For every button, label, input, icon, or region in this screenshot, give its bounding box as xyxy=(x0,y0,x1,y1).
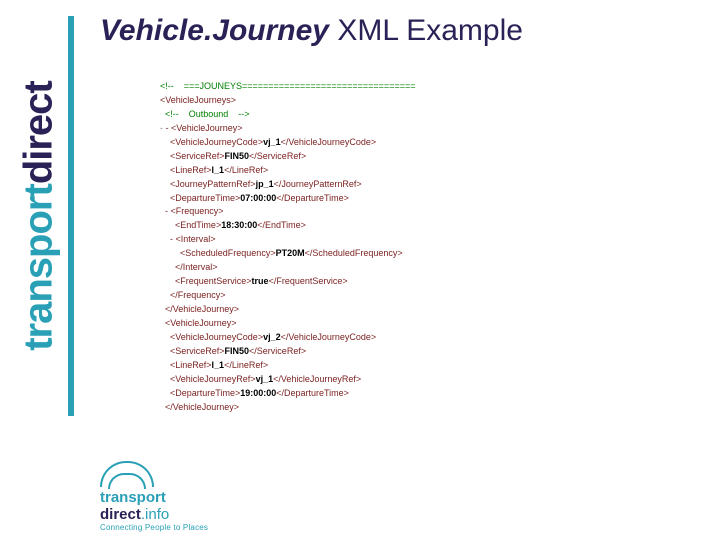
xml-tag: </Interval> xyxy=(160,262,218,272)
xml-tag: </DepartureTime> xyxy=(276,388,349,398)
xml-tag: - <Frequency> xyxy=(160,206,224,216)
xml-tag: </EndTime> xyxy=(257,220,306,230)
xml-value: PT20M xyxy=(276,248,305,258)
xml-tag: <DepartureTime> xyxy=(160,388,240,398)
xml-tag: </Frequency> xyxy=(160,290,226,300)
xml-tag: <VehicleJourney> xyxy=(160,318,237,328)
xml-value: vj_1 xyxy=(256,374,274,384)
xml-value: 18:30:00 xyxy=(221,220,257,230)
xml-tag: - <VehicleJourney> xyxy=(166,123,243,133)
sidebar-accent-bar xyxy=(68,16,74,416)
xml-tag: <ServiceRef> xyxy=(160,151,225,161)
xml-tag: <FrequentService> xyxy=(160,276,252,286)
xml-tag: <DepartureTime> xyxy=(160,193,240,203)
xml-tag: </VehicleJourney> xyxy=(160,304,239,314)
title-italic: Vehicle.Journey xyxy=(100,14,329,47)
xml-comment: <!-- ===JOUNEYS=========================… xyxy=(160,81,415,91)
xml-tag: - <Interval> xyxy=(160,234,216,244)
xml-tag: <LineRef> xyxy=(160,165,212,175)
xml-value: FIN50 xyxy=(225,151,250,161)
footer-logo: transport direct.info Connecting People … xyxy=(100,461,208,532)
xml-value: l_1 xyxy=(212,360,225,370)
xml-tag: </VehicleJourneyCode> xyxy=(281,332,377,342)
xml-value: jp_1 xyxy=(256,179,274,189)
xml-tag: <VehicleJourneyCode> xyxy=(160,137,263,147)
xml-value: true xyxy=(252,276,269,286)
xml-value: vj_2 xyxy=(263,332,281,342)
xml-comment: <!-- Outbound --> xyxy=(160,109,250,119)
xml-tag: </VehicleJourneyRef> xyxy=(273,374,361,384)
xml-value: vj_1 xyxy=(263,137,281,147)
xml-value: 07:00:00 xyxy=(240,193,276,203)
xml-tag: </FrequentService> xyxy=(269,276,348,286)
footer-word-transport: transport xyxy=(100,489,166,506)
footer-tagline: Connecting People to Places xyxy=(100,523,208,532)
xml-tag: <JourneyPatternRef> xyxy=(160,179,256,189)
xml-tag: </ScheduledFrequency> xyxy=(305,248,403,258)
xml-tag: <ScheduledFrequency> xyxy=(160,248,276,258)
xml-tag: </ServiceRef> xyxy=(249,346,306,356)
xml-value: 19:00:00 xyxy=(240,388,276,398)
xml-tag: </LineRef> xyxy=(224,360,268,370)
xml-code-block: <!-- ===JOUNEYS=========================… xyxy=(160,80,600,415)
xml-tag: </ServiceRef> xyxy=(249,151,306,161)
xml-tag: </VehicleJourney> xyxy=(160,402,239,412)
xml-tag: </VehicleJourneyCode> xyxy=(281,137,377,147)
sidebar-logo: transportdirect xyxy=(10,10,68,440)
page-title: Vehicle.Journey XML Example xyxy=(100,14,523,48)
sidebar-logo-text: transportdirect xyxy=(17,82,62,352)
xml-tag: <LineRef> xyxy=(160,360,212,370)
xml-tag: </JourneyPatternRef> xyxy=(274,179,362,189)
xml-tag: </LineRef> xyxy=(224,165,268,175)
footer-logo-text: transport direct.info xyxy=(100,489,208,523)
xml-tag: <VehicleJourneys> xyxy=(160,95,236,105)
xml-tag: <EndTime> xyxy=(160,220,221,230)
xml-tag: </DepartureTime> xyxy=(276,193,349,203)
footer-logo-arc-icon xyxy=(100,461,154,487)
logo-word-direct: direct xyxy=(17,82,61,185)
xml-tag: <VehicleJourneyRef> xyxy=(160,374,256,384)
xml-value: l_1 xyxy=(212,165,225,175)
logo-word-transport: transport xyxy=(17,185,61,352)
footer-suffix: .info xyxy=(141,506,169,523)
xml-value: FIN50 xyxy=(225,346,250,356)
title-rest: XML Example xyxy=(329,14,523,47)
xml-tag: <VehicleJourneyCode> xyxy=(160,332,263,342)
xml-tag: <ServiceRef> xyxy=(160,346,225,356)
footer-word-direct: direct xyxy=(100,506,141,523)
